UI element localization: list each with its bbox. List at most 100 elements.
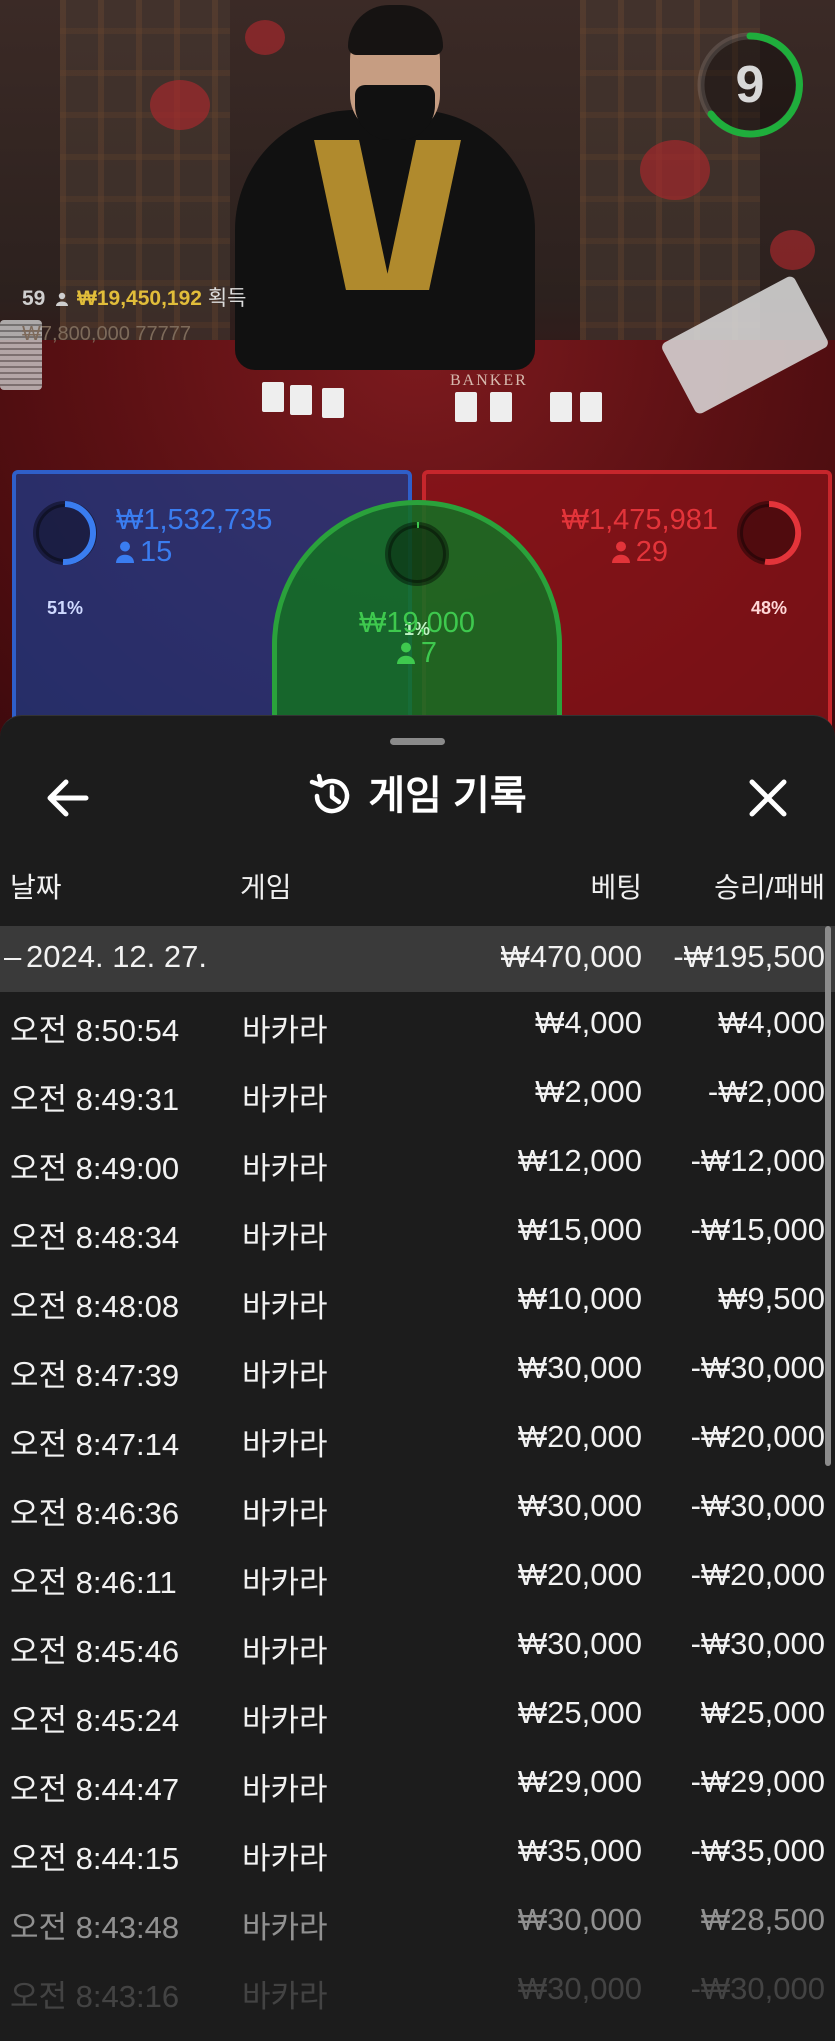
history-row[interactable]: 오전 8:45:24 바카라 ₩25,000 ₩25,000 [0,1682,835,1751]
row-bet: ₩30,000 [517,1488,642,1523]
tie-percent-ring: 1% [382,519,452,639]
sheet-grabber[interactable] [390,738,445,745]
row-result: -₩2,000 [707,1074,825,1109]
close-button[interactable] [738,768,798,828]
row-time: 오전 8:49:31 [10,1082,180,1117]
banker-percent-ring: 48% [734,498,804,618]
row-result: -₩12,000 [690,1143,825,1178]
row-game: 바카라 [242,1841,328,1876]
dealer-hair [348,5,443,55]
row-result: -₩30,000 [690,1350,825,1385]
row-time: 오전 8:43:48 [10,1910,180,1945]
row-bet: ₩25,000 [517,1695,642,1730]
blossom-decor [150,80,210,130]
row-bet: ₩30,000 [517,1626,642,1661]
row-result: -₩20,000 [690,1557,825,1592]
history-row[interactable]: 오전 8:45:46 바카라 ₩30,000 -₩30,000 [0,1613,835,1682]
player-percent-ring: 51% [30,498,100,618]
history-row[interactable]: 오전 8:46:36 바카라 ₩30,000 -₩30,000 [0,1475,835,1544]
row-time: 오전 8:43:16 [10,1979,180,2014]
row-result: -₩29,000 [690,1764,825,1799]
row-time: 오전 8:46:11 [10,1565,177,1600]
row-time: 오전 8:47:14 [10,1427,180,1462]
playing-card [262,382,284,412]
sheet-header: 게임 기록 [0,766,835,826]
row-bet: ₩30,000 [517,1902,642,1937]
row-bet: ₩15,000 [517,1212,642,1247]
timer-value: 9 [735,56,765,114]
ring-icon [385,521,449,586]
player-percent: 51% [46,598,84,618]
player-count: 15 [116,536,172,569]
history-row[interactable]: 오전 8:44:15 바카라 ₩35,000 -₩35,000 [0,1820,835,1889]
row-bet: ₩10,000 [517,1281,642,1316]
row-result: ₩25,000 [700,1695,825,1730]
row-time: 오전 8:48:34 [10,1220,180,1255]
history-list[interactable]: – 2024. 12. 27. ₩470,000 -₩195,500 오전 8:… [0,926,835,2027]
tie-amount: ₩19,000 [358,607,476,639]
pot-info: 59 ₩19,450,192 획득 [22,282,246,312]
day-date: 2024. 12. 27. [26,939,207,974]
dealer [235,110,535,370]
row-game: 바카라 [242,1358,328,1393]
history-row[interactable]: 오전 8:46:11 바카라 ₩20,000 -₩20,000 [0,1544,835,1613]
playing-card [455,392,477,422]
row-result: -₩30,000 [690,1488,825,1523]
row-bet: ₩20,000 [517,1419,642,1454]
row-result: -₩35,000 [690,1833,825,1868]
row-result: ₩4,000 [718,1005,825,1040]
row-game: 바카라 [242,1910,328,1945]
row-game: 바카라 [242,1427,328,1462]
history-row[interactable]: 오전 8:44:47 바카라 ₩29,000 -₩29,000 [0,1751,835,1820]
row-game: 바카라 [242,1634,328,1669]
row-result: ₩28,500 [700,1902,825,1937]
row-game: 바카라 [242,1151,328,1186]
day-result-total: -₩195,500 [673,939,825,974]
row-game: 바카라 [242,1496,328,1531]
row-game: 바카라 [242,1565,328,1600]
live-video: BANKER 9 59 ₩19,450,192 획득 ₩7,800,000 77… [0,0,835,740]
row-game: 바카라 [242,1772,328,1807]
column-date: 날짜 [10,872,62,903]
banker-amount: ₩1,475,981 [561,504,718,536]
blossom-decor [640,140,710,200]
history-row[interactable]: 오전 8:49:00 바카라 ₩12,000 -₩12,000 [0,1130,835,1199]
row-game: 바카라 [242,1703,328,1738]
row-game: 바카라 [242,1289,328,1324]
row-time: 오전 8:48:08 [10,1289,180,1324]
day-bet-total: ₩470,000 [500,939,642,974]
row-time: 오전 8:45:46 [10,1634,180,1669]
row-bet: ₩29,000 [517,1764,642,1799]
player-count-value: 15 [140,536,173,568]
day-collapse-icon: – [4,939,22,974]
person-icon [396,642,415,664]
column-game: 게임 [240,872,292,903]
banker-felt-label: BANKER [450,372,528,389]
row-bet: ₩12,000 [517,1143,642,1178]
history-row[interactable]: 오전 8:47:14 바카라 ₩20,000 -₩20,000 [0,1406,835,1475]
person-icon [611,541,630,563]
history-row[interactable]: 오전 8:47:39 바카라 ₩30,000 -₩30,000 [0,1337,835,1406]
row-game: 바카라 [242,1979,328,2014]
playing-card [290,385,312,415]
history-row[interactable]: 오전 8:49:31 바카라 ₩2,000 -₩2,000 [0,1061,835,1130]
tie-count: 7 [277,637,557,670]
history-row[interactable]: 오전 8:43:48 바카라 ₩30,000 ₩28,500 [0,1889,835,1958]
table-header: 날짜 게임 베팅 승리/패배 [0,866,835,916]
decor-screen-left [60,0,230,370]
history-row[interactable]: 오전 8:48:34 바카라 ₩15,000 -₩15,000 [0,1199,835,1268]
close-icon [749,779,787,817]
history-icon [310,773,350,814]
playing-card [490,392,512,422]
tie-count-value: 7 [420,637,438,669]
history-row[interactable]: 오전 8:43:16 바카라 ₩30,000 -₩30,000 [0,1958,835,2027]
blossom-decor [770,230,815,270]
scrollbar[interactable] [825,926,831,1466]
row-result: -₩15,000 [690,1212,825,1247]
banker-count: 29 [611,536,668,569]
history-row[interactable]: 오전 8:50:54 바카라 ₩4,000 ₩4,000 [0,992,835,1061]
row-bet: ₩20,000 [517,1557,642,1592]
row-bet: ₩4,000 [535,1005,642,1040]
day-summary-row[interactable]: – 2024. 12. 27. ₩470,000 -₩195,500 [0,926,835,992]
history-row[interactable]: 오전 8:48:08 바카라 ₩10,000 ₩9,500 [0,1268,835,1337]
